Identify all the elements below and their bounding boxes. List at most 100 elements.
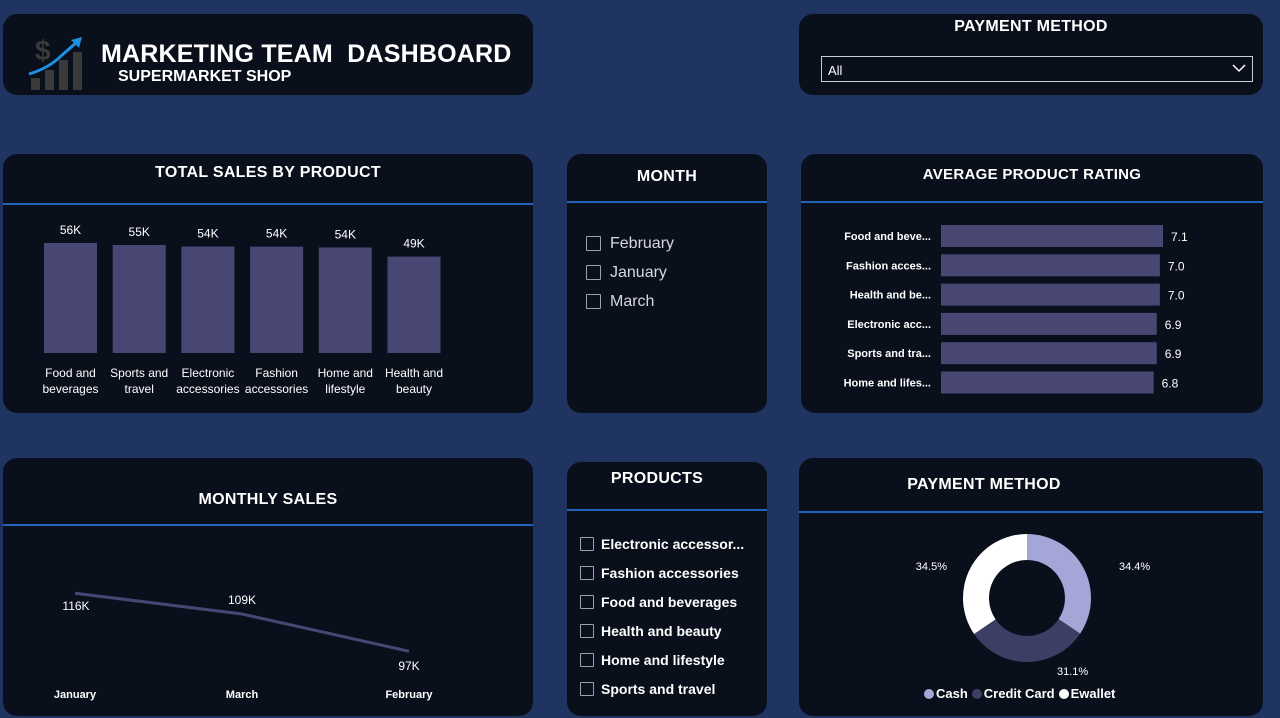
legend-label: Credit Card	[983, 686, 1055, 701]
sales-category-label: Home and	[318, 366, 373, 380]
checkbox[interactable]	[586, 294, 601, 309]
product-option[interactable]: Fashion accessories	[580, 558, 765, 587]
checkbox[interactable]	[580, 536, 594, 551]
product-option[interactable]: Food and beverages	[580, 587, 765, 616]
sales-data-label: 56K	[60, 223, 81, 237]
rating-data-label: 7.0	[1168, 289, 1185, 303]
chevron-down-icon[interactable]	[1232, 63, 1246, 73]
payment-slicer-title: PAYMENT METHOD	[954, 18, 1108, 35]
title-divider	[567, 201, 767, 203]
donut-data-label: 34.4%	[1119, 561, 1150, 573]
sales-bar	[181, 246, 235, 353]
sales-category-label: Food and	[45, 366, 96, 380]
product-option[interactable]: Electronic accessor...	[580, 529, 765, 558]
payment-method-slicer: PAYMENT METHOD All	[799, 14, 1263, 95]
sales-data-label: 55K	[129, 225, 150, 239]
sales-data-label: 54K	[335, 227, 356, 241]
month-option[interactable]: January	[586, 258, 674, 287]
monthly-sales-chart: 116K January 109K March 97K February	[54, 591, 433, 701]
payment-legend: Cash Credit Card Ewallet	[924, 686, 1119, 701]
rating-bar	[941, 254, 1160, 277]
sales-category-label: beauty	[396, 382, 432, 396]
checkbox[interactable]	[580, 594, 594, 609]
sales-category-label: accessories	[176, 382, 239, 396]
month-option-label: January	[610, 263, 667, 281]
sales-bar	[318, 247, 372, 353]
legend-swatch	[1058, 688, 1069, 699]
rating-data-label: 6.9	[1165, 318, 1182, 332]
month-option-label: February	[610, 234, 675, 252]
month-slicer: MONTH February January March	[567, 154, 767, 413]
product-option[interactable]: Health and beauty	[580, 616, 765, 645]
monthly-x-tick-label: February	[385, 689, 433, 701]
sales-bar	[387, 256, 441, 353]
header-card: $ MARKETING TEAM DASHBOARD SUPERMARKET S…	[3, 14, 533, 95]
average-rating-card: AVERAGE PRODUCT RATING Food and beve... 7…	[801, 154, 1263, 413]
legend-swatch	[924, 688, 934, 699]
legend-item-credit-card[interactable]: Credit Card	[971, 686, 1055, 701]
sales-bar	[44, 243, 97, 353]
sales-data-label: 54K	[266, 227, 287, 241]
rating-bar	[941, 342, 1157, 365]
rating-category-label: Electronic acc...	[847, 319, 931, 331]
monthly-x-tick-label: March	[226, 689, 259, 701]
sales-category-label: beverages	[42, 382, 98, 396]
donut-data-label: 31.1%	[1057, 666, 1088, 678]
product-option[interactable]: Home and lifestyle	[580, 645, 765, 674]
legend-item-ewallet[interactable]: Ewallet	[1058, 686, 1116, 701]
rating-category-label: Health and be...	[850, 290, 931, 302]
monthly-data-label: 97K	[398, 659, 419, 673]
monthly-data-label: 116K	[62, 599, 89, 613]
checkbox[interactable]	[580, 681, 594, 696]
payment-method-card: PAYMENT METHOD 34.4% 31.1% 34.5% Cash Cred…	[799, 458, 1263, 716]
rating-data-label: 7.0	[1168, 259, 1185, 273]
legend-label: Cash	[936, 686, 968, 701]
month-slicer-title: MONTH	[636, 168, 698, 185]
donut-data-label: 34.5%	[916, 561, 947, 573]
product-option[interactable]: Sports and travel	[580, 674, 765, 703]
dropdown-selected-value: All	[828, 63, 843, 78]
legend-label: Ewallet	[1070, 686, 1116, 701]
payment-method-donut: 34.4% 31.1% 34.5%	[916, 534, 1150, 678]
total-sales-card: TOTAL SALES BY PRODUCT 56K Food and bevera…	[3, 154, 533, 413]
dollar-growth-chart-icon: $	[28, 35, 82, 90]
total-sales-chart: 56K Food and beverages 55K Sports and travel 5…	[42, 223, 443, 396]
legend-item-cash[interactable]: Cash	[924, 686, 968, 701]
svg-text:$: $	[35, 35, 51, 66]
sales-category-label: accessories	[245, 382, 308, 396]
product-option-label: Health and beauty	[601, 622, 722, 639]
sales-bar	[250, 246, 304, 353]
checkbox[interactable]	[580, 623, 594, 638]
sales-data-label: 54K	[197, 227, 218, 241]
sales-category-label: Fashion	[255, 366, 298, 380]
monthly-x-tick-label: January	[54, 689, 97, 701]
product-option-label: Fashion accessories	[601, 564, 739, 581]
product-option-label: Sports and travel	[601, 680, 716, 697]
title-divider	[567, 509, 767, 511]
products-slicer-title: PRODUCTS	[610, 470, 704, 487]
payment-method-dropdown[interactable]: All	[821, 56, 1253, 82]
sales-bar	[112, 245, 166, 353]
rating-bar	[941, 283, 1160, 306]
monthly-sales-card: MONTHLY SALES 116K January 109K March 97K Feb…	[3, 458, 533, 716]
sales-category-label: Sports and	[110, 366, 168, 380]
sales-category-label: lifestyle	[325, 382, 365, 396]
checkbox[interactable]	[580, 565, 594, 580]
product-option-label: Home and lifestyle	[601, 651, 725, 668]
sales-category-label: Health and	[385, 366, 443, 380]
rating-bar	[941, 371, 1154, 394]
month-options: February January March	[586, 229, 674, 316]
checkbox[interactable]	[586, 265, 601, 280]
dashboard-subtitle: SUPERMARKET SHOP	[118, 68, 292, 85]
product-option-label: Food and beverages	[601, 593, 738, 610]
sales-data-label: 49K	[403, 237, 424, 251]
checkbox[interactable]	[586, 236, 601, 251]
rating-category-label: Sports and tra...	[847, 348, 931, 360]
checkbox[interactable]	[580, 652, 594, 667]
rating-bar	[941, 225, 1163, 247]
month-option[interactable]: February	[586, 229, 674, 258]
rating-bar	[941, 312, 1157, 335]
rating-category-label: Fashion acces...	[846, 260, 931, 272]
month-option[interactable]: March	[586, 287, 674, 316]
dashboard-title: MARKETING TEAM DASHBOARD	[101, 40, 512, 68]
